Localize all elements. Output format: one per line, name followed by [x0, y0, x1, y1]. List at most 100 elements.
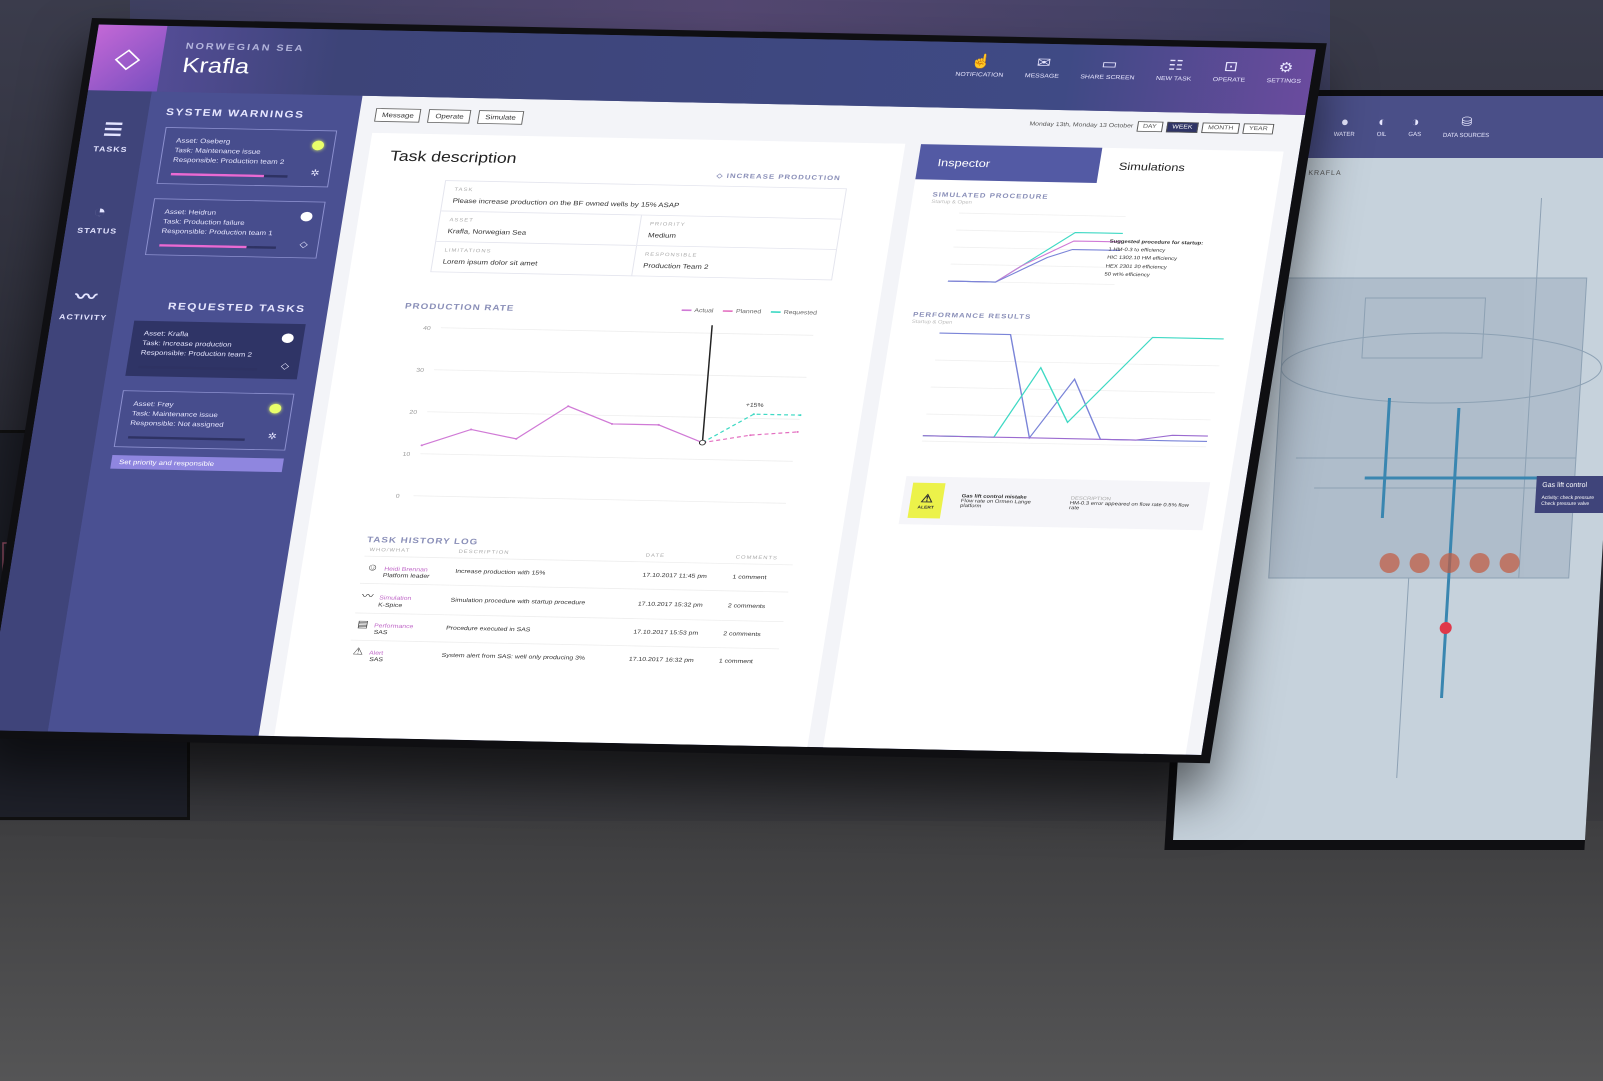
progress-bar	[170, 172, 288, 178]
gridline	[440, 327, 814, 336]
viewer-tool-4[interactable]: ◑ GAS	[1408, 114, 1422, 140]
top-action-0[interactable]: ☝ NOTIFICATION	[954, 53, 1007, 79]
who-name: Simulation	[378, 595, 412, 602]
history-date: 17.10.2017 15:53 pm	[627, 618, 722, 648]
tab-simulations[interactable]: Simulations	[1097, 148, 1284, 187]
history-comments[interactable]: 2 comments	[721, 590, 789, 622]
top-action-label: SHARE SCREEN	[1079, 74, 1135, 82]
top-action-label: NEW TASK	[1155, 75, 1192, 83]
gridline	[930, 386, 1215, 394]
history-date: 17.10.2017 15:32 pm	[631, 588, 727, 621]
series-planned	[702, 431, 798, 444]
simulate-button[interactable]: Simulate	[477, 109, 524, 125]
inspector-tabs: Inspector Simulations	[915, 144, 1283, 187]
series-actual	[421, 405, 703, 446]
range-month[interactable]: MONTH	[1201, 122, 1240, 134]
region-label: NORWEGIAN SEA	[184, 41, 306, 54]
y-tick-label: 10	[402, 451, 411, 457]
range-week[interactable]: WEEK	[1165, 121, 1200, 133]
requested-task-card[interactable]: Asset: Krafla Task: Increase production Re…	[125, 320, 306, 380]
settings-icon[interactable]: ✲	[267, 430, 278, 443]
set-priority-button[interactable]: Set priority and responsible	[110, 455, 284, 473]
gridline	[433, 369, 807, 378]
status-dot	[299, 211, 314, 222]
nav-item-status[interactable]: ◔ STATUS	[77, 201, 122, 235]
alert-card[interactable]: ⚠ ALERT Gas lift control mistake Flow rat…	[898, 476, 1211, 531]
task-history-log: TASK HISTORY LOG WHO/WHAT DESCRIPTION DATE…	[346, 536, 818, 676]
data-point	[799, 414, 802, 417]
range-day[interactable]: DAY	[1136, 121, 1164, 133]
series-line	[939, 332, 1208, 443]
viewer-callout[interactable]: Gas lift control Activity: check pressur…	[1534, 476, 1603, 513]
history-desc: Simulation procedure with startup proced…	[444, 585, 637, 619]
y-tick-label: 40	[423, 325, 432, 331]
gridline	[921, 440, 1207, 448]
performance-chart-svg[interactable]	[891, 324, 1235, 459]
warning-card[interactable]: Asset: Heidrun Task: Production failure Re…	[144, 198, 326, 259]
top-action-5[interactable]: ⚙ SETTINGS	[1266, 60, 1304, 85]
drop-icon[interactable]: ◇	[299, 238, 309, 251]
message-button[interactable]: Message	[374, 107, 422, 123]
responsible-label: RESPONSIBLE	[644, 252, 698, 259]
warning-card[interactable]: Asset: Oseberg Task: Maintenance issue Res…	[156, 127, 338, 188]
top-actions: ☝ NOTIFICATION ✉ MESSAGE ▭ SHARE SCREEN ☷ NEW T…	[954, 53, 1304, 85]
dashboard-app: ◇ NORWEGIAN SEA Krafla ☝ NOTIFICATION ✉ MES…	[0, 24, 1316, 756]
alarm-marker[interactable]	[1439, 622, 1452, 634]
history-icon: ⚠	[352, 645, 365, 657]
gauge-icon: ◔	[91, 201, 110, 222]
task-value: Please increase production on the BF own…	[452, 197, 680, 209]
data-point	[749, 434, 752, 437]
scene: ◎VIEWPOINTS△ALARMS●WATER◐OIL◑GAS⛁DATA SO…	[0, 0, 1603, 1081]
viewer-tool-3[interactable]: ◐ OIL	[1376, 114, 1387, 140]
now-marker[interactable]	[693, 325, 721, 443]
history-desc: Procedure executed in SAS	[439, 614, 632, 646]
history-comments[interactable]: 2 comments	[717, 620, 784, 649]
now-point	[698, 439, 706, 446]
requested-title: REQUESTED TASKS	[167, 300, 307, 315]
history-icon: ▤	[356, 618, 370, 630]
drop-icon[interactable]: ◇	[280, 359, 290, 372]
viewer-tool-2[interactable]: ● WATER	[1333, 114, 1356, 140]
simulated-chart-svg[interactable]	[917, 204, 1137, 296]
status-dot	[311, 140, 325, 151]
requested-task-card[interactable]: Asset: Frøy Task: Maintenance issue Respon…	[113, 390, 295, 451]
warning-icon: ⚠	[920, 491, 935, 505]
gridline	[413, 495, 787, 504]
top-action-3[interactable]: ☷ NEW TASK	[1155, 57, 1195, 83]
top-action-label: NOTIFICATION	[954, 71, 1004, 79]
history-date: 17.10.2017 11:45 pm	[636, 561, 731, 591]
top-action-4[interactable]: ⊡ OPERATE	[1212, 59, 1248, 84]
nav-item-activity[interactable]: 〰 ACTIVITY	[58, 282, 112, 322]
history-comments[interactable]: 1 comment	[712, 647, 780, 676]
top-action-icon: ✉	[1035, 54, 1053, 71]
top-action-label: OPERATE	[1212, 77, 1246, 84]
top-action-2[interactable]: ▭ SHARE SCREEN	[1080, 56, 1138, 81]
top-action-icon: ☷	[1167, 57, 1185, 74]
top-action-1[interactable]: ✉ MESSAGE	[1024, 54, 1062, 79]
request-resp: Responsible: Not assigned	[129, 419, 225, 429]
legend-item: Actual	[681, 308, 714, 314]
request-resp: Responsible: Production team 2	[140, 348, 253, 359]
range-year[interactable]: YEAR	[1242, 123, 1275, 135]
nav-item-tasks[interactable]: ☰ TASKS	[93, 119, 133, 153]
legend-label: Actual	[693, 308, 714, 315]
app-logo[interactable]: ◇	[88, 24, 168, 92]
viewer-tool-icon: ⛁	[1460, 114, 1473, 129]
nav-label: TASKS	[92, 144, 129, 154]
settings-icon[interactable]: ✲	[309, 167, 321, 180]
tab-inspector[interactable]: Inspector	[915, 144, 1103, 183]
who-name: Performance	[373, 623, 414, 630]
viewer-tool-5[interactable]: ⛁ DATA SOURCES	[1443, 114, 1491, 140]
history-who: 〰 Simulation K-Spice	[355, 583, 450, 615]
history-desc: System alert from SAS: well only produci…	[435, 641, 628, 673]
production-chart-svg[interactable]: 0 10 20 30 40 +15%	[372, 311, 826, 520]
legend-label: Planned	[735, 308, 762, 315]
viewer-tool-label: WATER	[1333, 132, 1355, 138]
suggest-line: 50 wt% efficiency	[1103, 272, 1151, 278]
performance-results: PERFORMANCE RESULTS Startup & Open	[870, 296, 1259, 463]
history-comments[interactable]: 1 comment	[726, 563, 793, 593]
who-name: Heidi Brennan	[383, 566, 429, 574]
legend-swatch	[723, 310, 734, 313]
history-who: ▤ Performance SAS	[350, 612, 445, 642]
operate-button[interactable]: Operate	[427, 108, 472, 124]
